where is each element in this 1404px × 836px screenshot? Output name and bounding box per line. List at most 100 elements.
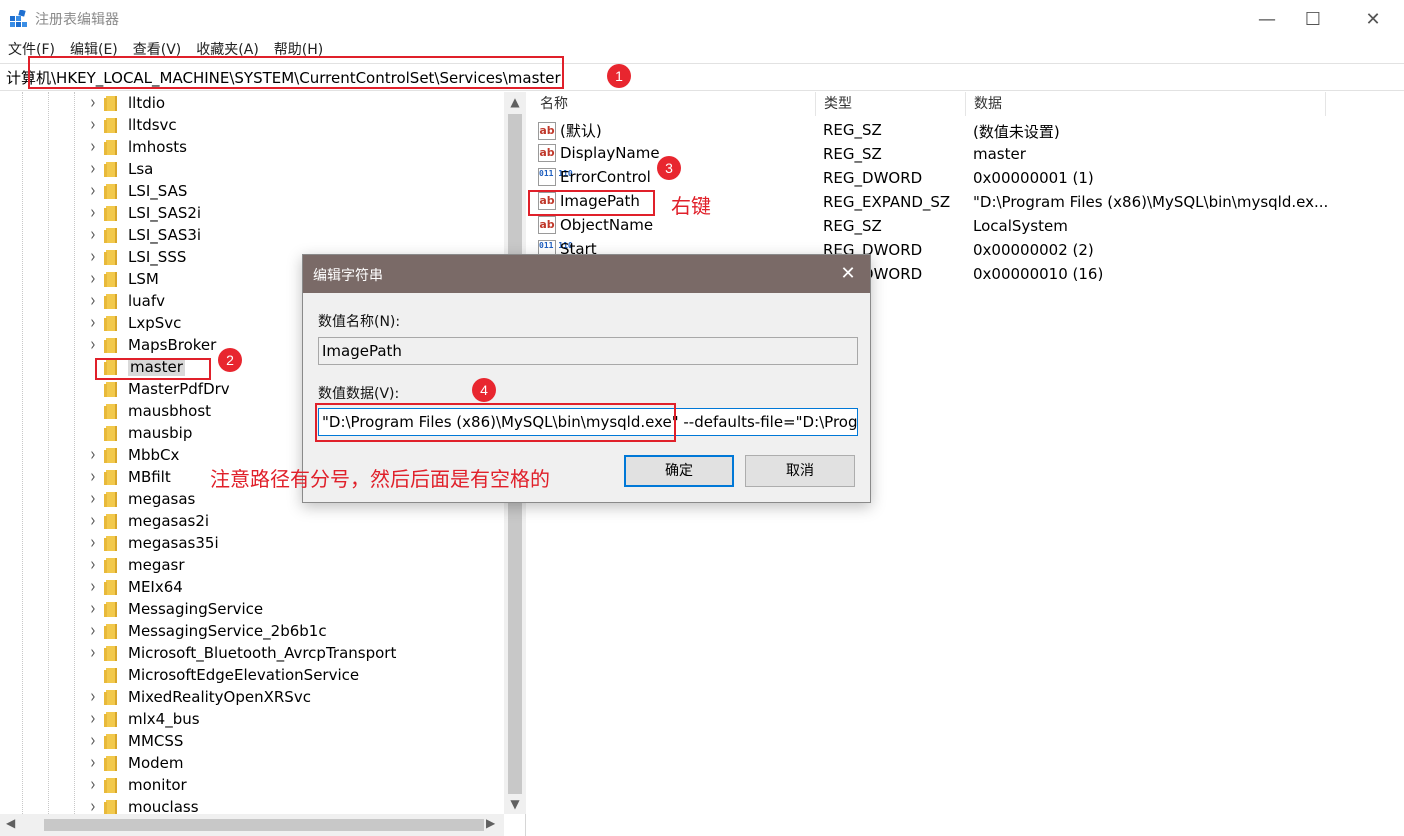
chevron-right-icon[interactable]: › xyxy=(84,203,102,224)
tree-item[interactable]: › MessagingService xyxy=(84,598,263,620)
tree-item[interactable]: › LSI_SAS xyxy=(84,180,187,202)
chevron-right-icon[interactable]: › xyxy=(84,445,102,466)
tree-item[interactable]: › lmhosts xyxy=(84,136,187,158)
tree-item[interactable]: › LSI_SAS2i xyxy=(84,202,201,224)
value-row[interactable]: ab (默认) REG_SZ (数值未设置) xyxy=(532,118,1404,142)
value-data: LocalSystem xyxy=(973,217,1068,235)
value-row[interactable]: ab ImagePath REG_EXPAND_SZ "D:\Program File… xyxy=(532,190,1404,214)
tree-item-label: LSM xyxy=(128,270,159,288)
tree-item[interactable]: › MBfilt xyxy=(84,466,170,488)
scroll-left-arrow-icon[interactable]: ◀ xyxy=(6,816,15,830)
tree-item[interactable]: › MbbCx xyxy=(84,444,179,466)
tree-item[interactable]: › Microsoft_Bluetooth_AvrcpTransport xyxy=(84,642,396,664)
dialog-title: 编辑字符串 xyxy=(313,268,383,284)
chevron-right-icon[interactable]: › xyxy=(84,225,102,246)
tree-item[interactable]: › megasr xyxy=(84,554,184,576)
tree-item[interactable]: MicrosoftEdgeElevationService xyxy=(84,664,359,686)
column-header-data[interactable]: 数据 xyxy=(966,92,1326,116)
tree-item[interactable]: › LSM xyxy=(84,268,159,290)
value-type: REG_SZ xyxy=(823,145,882,163)
chevron-right-icon[interactable]: › xyxy=(84,269,102,290)
column-header-name[interactable]: 名称 xyxy=(532,92,816,116)
tree-item[interactable]: mausbhost xyxy=(84,400,211,422)
ok-button[interactable]: 确定 xyxy=(624,455,734,487)
tree-item[interactable]: › MixedRealityOpenXRSvc xyxy=(84,686,311,708)
dialog-close-button[interactable]: ✕ xyxy=(833,262,863,286)
tree-item-label: LSI_SAS2i xyxy=(128,204,202,222)
tree-item[interactable]: › luafv xyxy=(84,290,165,312)
chevron-right-icon[interactable]: › xyxy=(84,533,102,554)
tree-item[interactable]: › LSI_SAS3i xyxy=(84,224,201,246)
tree-item[interactable]: › lltdio xyxy=(84,92,165,114)
scroll-thumb[interactable] xyxy=(44,819,484,831)
chevron-right-icon[interactable]: › xyxy=(84,467,102,488)
scroll-up-arrow-icon[interactable]: ▲ xyxy=(504,92,526,112)
cancel-button[interactable]: 取消 xyxy=(745,455,855,487)
tree-item[interactable]: › MapsBroker xyxy=(84,334,216,356)
close-button[interactable]: ✕ xyxy=(1350,0,1396,38)
chevron-right-icon[interactable]: › xyxy=(84,247,102,268)
tree-item[interactable]: › Lsa xyxy=(84,158,153,180)
value-row[interactable]: ab ObjectName REG_SZ LocalSystem xyxy=(532,214,1404,238)
scroll-right-arrow-icon[interactable]: ▶ xyxy=(486,816,495,830)
tree-item[interactable]: mausbip xyxy=(84,422,192,444)
scroll-down-arrow-icon[interactable]: ▼ xyxy=(504,794,526,814)
tree-item[interactable]: › mlx4_bus xyxy=(84,708,200,730)
folder-icon xyxy=(104,271,118,287)
tree-item[interactable]: › LSI_SSS xyxy=(84,246,186,268)
chevron-right-icon[interactable]: › xyxy=(84,159,102,180)
maximize-button[interactable]: ☐ xyxy=(1290,0,1336,38)
tree-horizontal-scrollbar[interactable]: ◀ ▶ xyxy=(0,814,504,836)
tree-item[interactable]: › monitor xyxy=(84,774,186,796)
tree-item-label: mlx4_bus xyxy=(128,710,200,728)
string-value-icon: ab xyxy=(538,216,556,234)
string-value-icon: ab xyxy=(538,144,556,162)
chevron-right-icon[interactable]: › xyxy=(84,753,102,774)
chevron-right-icon[interactable]: › xyxy=(84,731,102,752)
folder-icon xyxy=(104,579,118,595)
chevron-right-icon[interactable]: › xyxy=(84,181,102,202)
chevron-right-icon[interactable]: › xyxy=(84,313,102,334)
chevron-right-icon[interactable]: › xyxy=(84,599,102,620)
chevron-right-icon[interactable]: › xyxy=(84,687,102,708)
tree-item[interactable]: › Modem xyxy=(84,752,183,774)
tree-item[interactable]: › MEIx64 xyxy=(84,576,182,598)
folder-icon xyxy=(104,667,118,683)
chevron-right-icon[interactable]: › xyxy=(84,555,102,576)
tree-item[interactable]: › lltdsvc xyxy=(84,114,176,136)
tree-item[interactable]: MasterPdfDrv xyxy=(84,378,230,400)
chevron-right-icon[interactable]: › xyxy=(84,489,102,510)
string-value-icon: ab xyxy=(538,121,556,140)
tree-item-label: MessagingService_2b6b1c xyxy=(128,622,327,640)
tree-item-label: mausbhost xyxy=(128,402,212,420)
tree-item[interactable]: › megasas2i xyxy=(84,510,209,532)
tree-item[interactable]: › MMCSS xyxy=(84,730,183,752)
tree-item-label: megasas xyxy=(128,490,196,508)
dialog-title-bar[interactable]: 编辑字符串 ✕ xyxy=(303,255,870,293)
column-header-type[interactable]: 类型 xyxy=(816,92,966,116)
folder-icon xyxy=(104,293,118,309)
folder-icon xyxy=(104,755,118,771)
chevron-right-icon[interactable]: › xyxy=(84,93,102,114)
chevron-right-icon[interactable]: › xyxy=(84,577,102,598)
tree-item-label: Lsa xyxy=(128,160,154,178)
chevron-right-icon[interactable]: › xyxy=(84,775,102,796)
tree-item[interactable]: › LxpSvc xyxy=(84,312,181,334)
annotation-note-path: 注意路径有分号，然后后面是有空格的 xyxy=(210,467,550,491)
chevron-right-icon[interactable]: › xyxy=(84,115,102,136)
chevron-right-icon[interactable]: › xyxy=(84,621,102,642)
chevron-right-icon[interactable]: › xyxy=(84,335,102,356)
value-name-cell: ab DisplayName xyxy=(538,144,660,162)
tree-item[interactable]: › MessagingService_2b6b1c xyxy=(84,620,327,642)
tree-item[interactable]: › megasas35i xyxy=(84,532,218,554)
chevron-right-icon[interactable]: › xyxy=(84,709,102,730)
chevron-right-icon[interactable]: › xyxy=(84,291,102,312)
annotation-box-data-path xyxy=(315,403,676,442)
value-name-cell: ab ObjectName xyxy=(538,216,653,234)
chevron-right-icon[interactable]: › xyxy=(84,643,102,664)
chevron-right-icon[interactable]: › xyxy=(84,137,102,158)
minimize-button[interactable]: — xyxy=(1244,0,1290,38)
tree-item[interactable]: › megasas xyxy=(84,488,195,510)
chevron-right-icon[interactable]: › xyxy=(84,511,102,532)
value-type: REG_EXPAND_SZ xyxy=(823,193,951,211)
